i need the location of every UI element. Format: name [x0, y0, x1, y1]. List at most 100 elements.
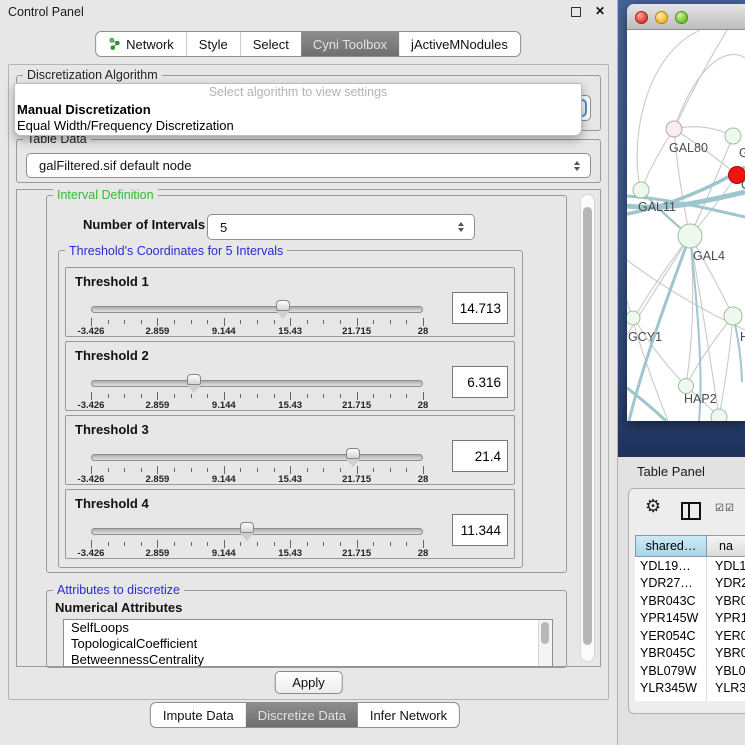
table-cell-shared-name[interactable]: YBL079W [635, 662, 707, 680]
tab-discretize-data[interactable]: Discretize Data [246, 703, 358, 727]
table-cell-name[interactable]: YIL0 [707, 697, 745, 701]
slider-tick [124, 394, 125, 398]
apply-button[interactable]: Apply [274, 671, 343, 694]
tab-label: Infer Network [370, 708, 447, 723]
slider-tick [108, 320, 109, 324]
tab-label: Cyni Toolbox [313, 37, 387, 52]
network-node[interactable] [725, 128, 741, 144]
table-row[interactable]: YDL19…YDL1 [635, 557, 745, 575]
slider-tick [108, 542, 109, 546]
table-cell-shared-name[interactable]: YDR27… [635, 575, 707, 593]
table-cell-shared-name[interactable]: YBR043C [635, 592, 707, 610]
table-row[interactable]: YPR145WYPR1 [635, 610, 745, 628]
slider-thumb[interactable] [187, 374, 201, 385]
threshold-value-field[interactable]: 11.344 [452, 514, 508, 546]
tab-jactivemnodules[interactable]: jActiveMNodules [399, 32, 520, 56]
network-node[interactable] [627, 311, 640, 325]
table-cell-shared-name[interactable]: YBR045C [635, 645, 707, 663]
slider-thumb[interactable] [240, 522, 254, 533]
numerical-attribute-item[interactable]: SelfLoops [64, 620, 552, 636]
select-columns-icon[interactable]: ☑☑ [715, 503, 735, 514]
thresholds-coordinates-group: Threshold's Coordinates for 5 Intervals … [58, 250, 523, 568]
tab-impute-data[interactable]: Impute Data [151, 703, 246, 727]
table-row[interactable]: YBR043CYBR0 [635, 592, 745, 610]
minimize-window-icon[interactable] [655, 11, 668, 24]
column-header-name[interactable]: na [707, 535, 745, 557]
tab-label: Network [126, 37, 174, 52]
scrollbar-thumb[interactable] [541, 622, 549, 644]
dropdown-prompt-item[interactable]: Select algorithm to view settings [15, 84, 581, 102]
scrollbar-thumb[interactable] [583, 207, 592, 645]
tab-style[interactable]: Style [186, 32, 240, 56]
network-canvas[interactable]: GAL80GACGAL11GAL4GCY1HHAP2 [627, 30, 745, 421]
dropdown-option-manual-discretization[interactable]: Manual Discretization [15, 102, 581, 118]
table-cell-name[interactable]: YLR3 [707, 680, 745, 698]
table-row[interactable]: YLR345WYLR3 [635, 680, 745, 698]
table-row[interactable]: YER054CYER0 [635, 627, 745, 645]
close-panel-icon[interactable]: ✕ [595, 4, 605, 18]
slider-track[interactable] [91, 306, 423, 313]
table-row[interactable]: YBL079WYBL0 [635, 662, 745, 680]
panel-scrollbar[interactable] [580, 194, 595, 662]
table-cell-name[interactable]: YDL1 [707, 557, 745, 575]
table-cell-name[interactable]: YPR1 [707, 610, 745, 628]
slider-track[interactable] [91, 528, 423, 535]
threshold-value-field[interactable]: 21.4 [452, 440, 508, 472]
table-cell-shared-name[interactable]: YER054C [635, 627, 707, 645]
table-cell-name[interactable]: YER0 [707, 627, 745, 645]
slider-tick [191, 394, 192, 398]
numerical-attributes-list[interactable]: SelfLoopsTopologicalCoefficientBetweenne… [63, 619, 553, 667]
split-columns-icon[interactable] [681, 502, 701, 520]
tab-label: Discretize Data [258, 708, 346, 723]
numerical-attribute-item[interactable]: TopologicalCoefficient [64, 636, 552, 652]
tab-infer-network[interactable]: Infer Network [358, 703, 459, 727]
slider-track[interactable] [91, 380, 423, 387]
tab-select[interactable]: Select [240, 32, 301, 56]
slider-tick-label: 21.715 [342, 548, 371, 559]
threshold-slider[interactable] [91, 374, 423, 394]
table-cell-name[interactable]: YBR0 [707, 645, 745, 663]
threshold-slider[interactable] [91, 448, 423, 468]
network-node[interactable] [724, 307, 742, 325]
table-cell-name[interactable]: YBL0 [707, 662, 745, 680]
list-scrollbar[interactable] [538, 620, 552, 666]
slider-tick [124, 468, 125, 472]
numerical-attribute-item[interactable]: BetweennessCentrality [64, 652, 552, 667]
threshold-value-field[interactable]: 14.713 [452, 292, 508, 324]
close-window-icon[interactable] [635, 11, 648, 24]
dropdown-option-equal-width-frequency[interactable]: Equal Width/Frequency Discretization [15, 118, 581, 134]
table-cell-shared-name[interactable]: YPR145W [635, 610, 707, 628]
network-node[interactable] [666, 121, 682, 137]
threshold-value-field[interactable]: 6.316 [452, 366, 508, 398]
table-cell-name[interactable]: YDR2 [707, 575, 745, 593]
threshold-slider[interactable] [91, 300, 423, 320]
table-data-dropdown[interactable]: galFiltered.sif default node [26, 153, 591, 178]
table-cell-shared-name[interactable]: YIL052C [635, 697, 707, 701]
slider-tick [274, 542, 275, 546]
table-row[interactable]: YBR045CYBR0 [635, 645, 745, 663]
float-window-icon[interactable] [571, 7, 581, 17]
network-node[interactable] [711, 409, 727, 421]
tab-cyni-toolbox[interactable]: Cyni Toolbox [301, 32, 399, 56]
table-row[interactable]: YDR27…YDR2 [635, 575, 745, 593]
app-root: Control Panel ✕ Network Style Select [0, 0, 745, 745]
slider-thumb[interactable] [276, 300, 290, 311]
slider-tick [91, 318, 92, 326]
zoom-window-icon[interactable] [675, 11, 688, 24]
tab-network[interactable]: Network [96, 32, 186, 56]
table-cell-shared-name[interactable]: YDL19… [635, 557, 707, 575]
number-of-intervals-dropdown[interactable]: 5 [207, 214, 475, 240]
slider-thumb[interactable] [346, 448, 360, 459]
table-cell-shared-name[interactable]: YLR345W [635, 680, 707, 698]
network-node[interactable] [633, 182, 649, 198]
slider-tick [373, 542, 374, 546]
slider-track[interactable] [91, 454, 423, 461]
slider-tick [357, 466, 358, 474]
table-row[interactable]: YIL052CYIL0 [635, 697, 745, 701]
tab-label: Impute Data [163, 708, 234, 723]
threshold-slider[interactable] [91, 522, 423, 542]
table-cell-name[interactable]: YBR0 [707, 592, 745, 610]
network-node[interactable] [678, 224, 702, 248]
gear-icon[interactable]: ⚙ [645, 496, 661, 517]
column-header-shared-name[interactable]: shared… [635, 535, 707, 557]
